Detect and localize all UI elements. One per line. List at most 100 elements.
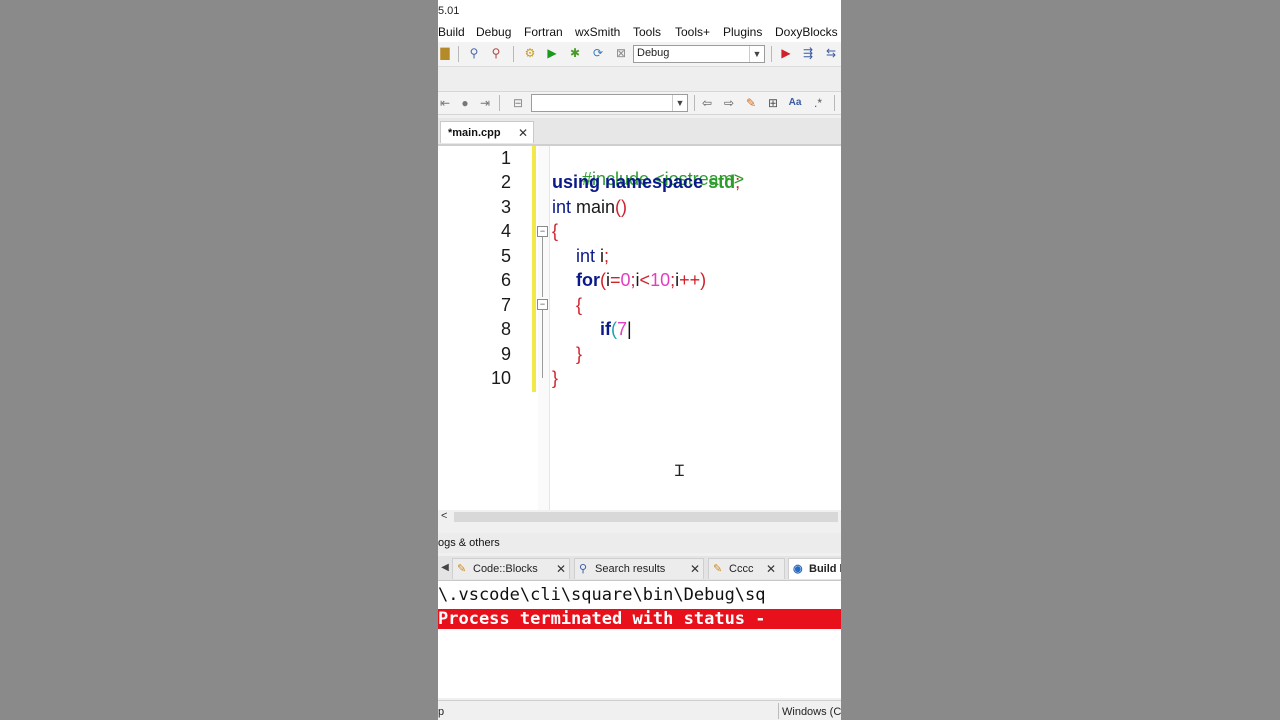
bag-icon[interactable]: ▇ (438, 46, 452, 60)
horizontal-scrollbar[interactable]: < (438, 510, 841, 524)
build-log-icon: ◉ (793, 563, 803, 575)
navigation-toolbar: ⇤ ● ⇥ ⊟ ▼ ⇦ ⇨ ✎ ⊞ Aa .* (438, 92, 841, 115)
tab-build-log[interactable]: ◉ Build l (788, 558, 841, 579)
code-line-2: using namespace std; (552, 172, 740, 193)
type-keyword: int (576, 246, 596, 266)
rebuild-icon[interactable]: ⟳ (591, 46, 605, 60)
tab-label: Cccc (729, 563, 754, 575)
chevron-down-icon: ▼ (672, 95, 687, 111)
code-line-4: { (552, 221, 558, 242)
build-target-value: Debug (637, 47, 670, 59)
tab-search-results[interactable]: ⚲ Search results ✕ (574, 558, 704, 579)
log-line: \.vscode\cli\square\bin\Debug\sq (438, 585, 766, 605)
menu-fortran[interactable]: Fortran (524, 25, 563, 39)
log-error-line: Process terminated with status - (438, 609, 841, 629)
close-icon[interactable]: ✕ (690, 562, 700, 576)
symbols-icon[interactable]: ⊟ (511, 96, 525, 110)
run-to-cursor-icon[interactable]: ⇶ (801, 46, 815, 60)
highlight-icon[interactable]: ✎ (744, 96, 758, 110)
logs-panel-title: ogs & others (438, 537, 500, 549)
menu-bar: Build Debug Fortran wxSmith Tools Tools+… (438, 22, 841, 42)
tab-label: Search results (595, 563, 666, 575)
editor-tab-label: *main.cpp (448, 127, 501, 139)
menu-tools-plus[interactable]: Tools+ (675, 25, 710, 39)
line-number: 6 (500, 270, 511, 290)
debug-start-icon[interactable]: ▶ (779, 46, 793, 60)
close-icon[interactable]: ✕ (766, 562, 776, 576)
menu-plugins[interactable]: Plugins (723, 25, 762, 39)
changed-lines-marker (532, 146, 536, 392)
tab-codeblocks-log[interactable]: ✎ Code::Blocks ✕ (452, 558, 570, 579)
brace-open: { (576, 295, 583, 315)
fold-line (542, 310, 543, 358)
abort-icon[interactable]: ⊠ (614, 46, 628, 60)
line-number: 9 (500, 344, 511, 364)
brace-close: } (576, 344, 583, 364)
window-title: 5.01 (438, 5, 460, 17)
toolbar-separator (499, 95, 500, 111)
build-and-run-icon[interactable]: ✱ (568, 46, 582, 60)
operator: < (639, 270, 651, 290)
fold-margin (538, 146, 550, 510)
first-bookmark-icon[interactable]: ⇤ (438, 96, 452, 110)
build-target-select[interactable]: Debug ▼ (633, 45, 765, 63)
bookmark-icon[interactable]: ● (458, 96, 472, 110)
toolbar-separator (513, 46, 514, 62)
parens: () (615, 197, 628, 217)
next-bookmark-icon[interactable]: ⇥ (478, 96, 492, 110)
menu-wxsmith[interactable]: wxSmith (575, 25, 620, 39)
namespace-name: std (708, 172, 736, 192)
text-cursor-ibeam-icon: Ɪ (675, 463, 684, 480)
code-line-5: int i; (576, 246, 609, 267)
back-arrow-icon[interactable]: ⇦ (700, 96, 714, 110)
line-number: 4 (500, 221, 511, 241)
toolbar-separator (771, 46, 772, 62)
build-gear-icon[interactable]: ⚙ (523, 46, 537, 60)
tab-label: Build l (809, 563, 841, 575)
selection-icon[interactable]: ⊞ (766, 96, 780, 110)
status-bar: p Windows (C (438, 700, 841, 720)
line-number: 10 (490, 368, 511, 388)
menu-tools[interactable]: Tools (633, 25, 661, 39)
status-eol-mode: Windows (C (782, 706, 841, 718)
status-left-text: p (438, 706, 445, 718)
number: 0 (620, 270, 631, 290)
next-line-icon[interactable]: ⇆ (824, 46, 838, 60)
editor-tab-main-cpp[interactable]: *main.cpp ✕ (440, 121, 534, 143)
fold-collapse-icon[interactable]: − (537, 299, 548, 310)
build-log-output[interactable]: \.vscode\cli\square\bin\Debug\sq Process… (438, 581, 841, 698)
code-editor[interactable]: 1 2 3 4 5 6 7 8 9 10 − − #include <iostr… (438, 146, 841, 510)
fold-collapse-icon[interactable]: − (537, 226, 548, 237)
menu-doxyblocks[interactable]: DoxyBlocks (775, 25, 838, 39)
match-case-icon[interactable]: Aa (788, 96, 802, 110)
keyword: for (576, 270, 600, 290)
type-keyword: int (552, 197, 572, 217)
code-line-6: for(i=0;i<10;i++) (576, 270, 706, 291)
chevron-down-icon: ▼ (749, 46, 764, 62)
find-icon[interactable]: ⚲ (467, 46, 481, 60)
toolbar-empty-row (438, 67, 841, 92)
line-number: 2 (500, 172, 511, 192)
regex-icon[interactable]: .* (811, 96, 825, 110)
close-icon[interactable]: ✕ (556, 562, 566, 576)
menu-build[interactable]: Build (438, 25, 465, 39)
keyword: if (600, 319, 611, 339)
log-pencil-icon: ✎ (457, 563, 467, 575)
menu-debug[interactable]: Debug (476, 25, 511, 39)
run-icon[interactable]: ▶ (545, 46, 559, 60)
line-number: 7 (500, 295, 511, 315)
symbol-select[interactable]: ▼ (531, 94, 688, 112)
close-icon[interactable]: ✕ (518, 126, 528, 140)
text-cursor: | (627, 319, 632, 339)
scroll-left-icon[interactable]: < (441, 510, 447, 522)
tab-cccc[interactable]: ✎ Cccc ✕ (708, 558, 785, 579)
forward-arrow-icon[interactable]: ⇨ (722, 96, 736, 110)
replace-icon[interactable]: ⚲ (489, 46, 503, 60)
main-toolbar: ▇ ⚲ ⚲ ⚙ ▶ ✱ ⟳ ⊠ Debug ▼ ▶ ⇶ ⇆ (438, 42, 841, 67)
status-separator (778, 703, 779, 719)
fold-line (542, 358, 543, 378)
tab-scroll-left-icon[interactable]: ◀ (438, 561, 452, 575)
number: 10 (650, 270, 671, 290)
log-pencil-icon: ✎ (713, 563, 723, 575)
scroll-thumb[interactable] (454, 512, 838, 522)
